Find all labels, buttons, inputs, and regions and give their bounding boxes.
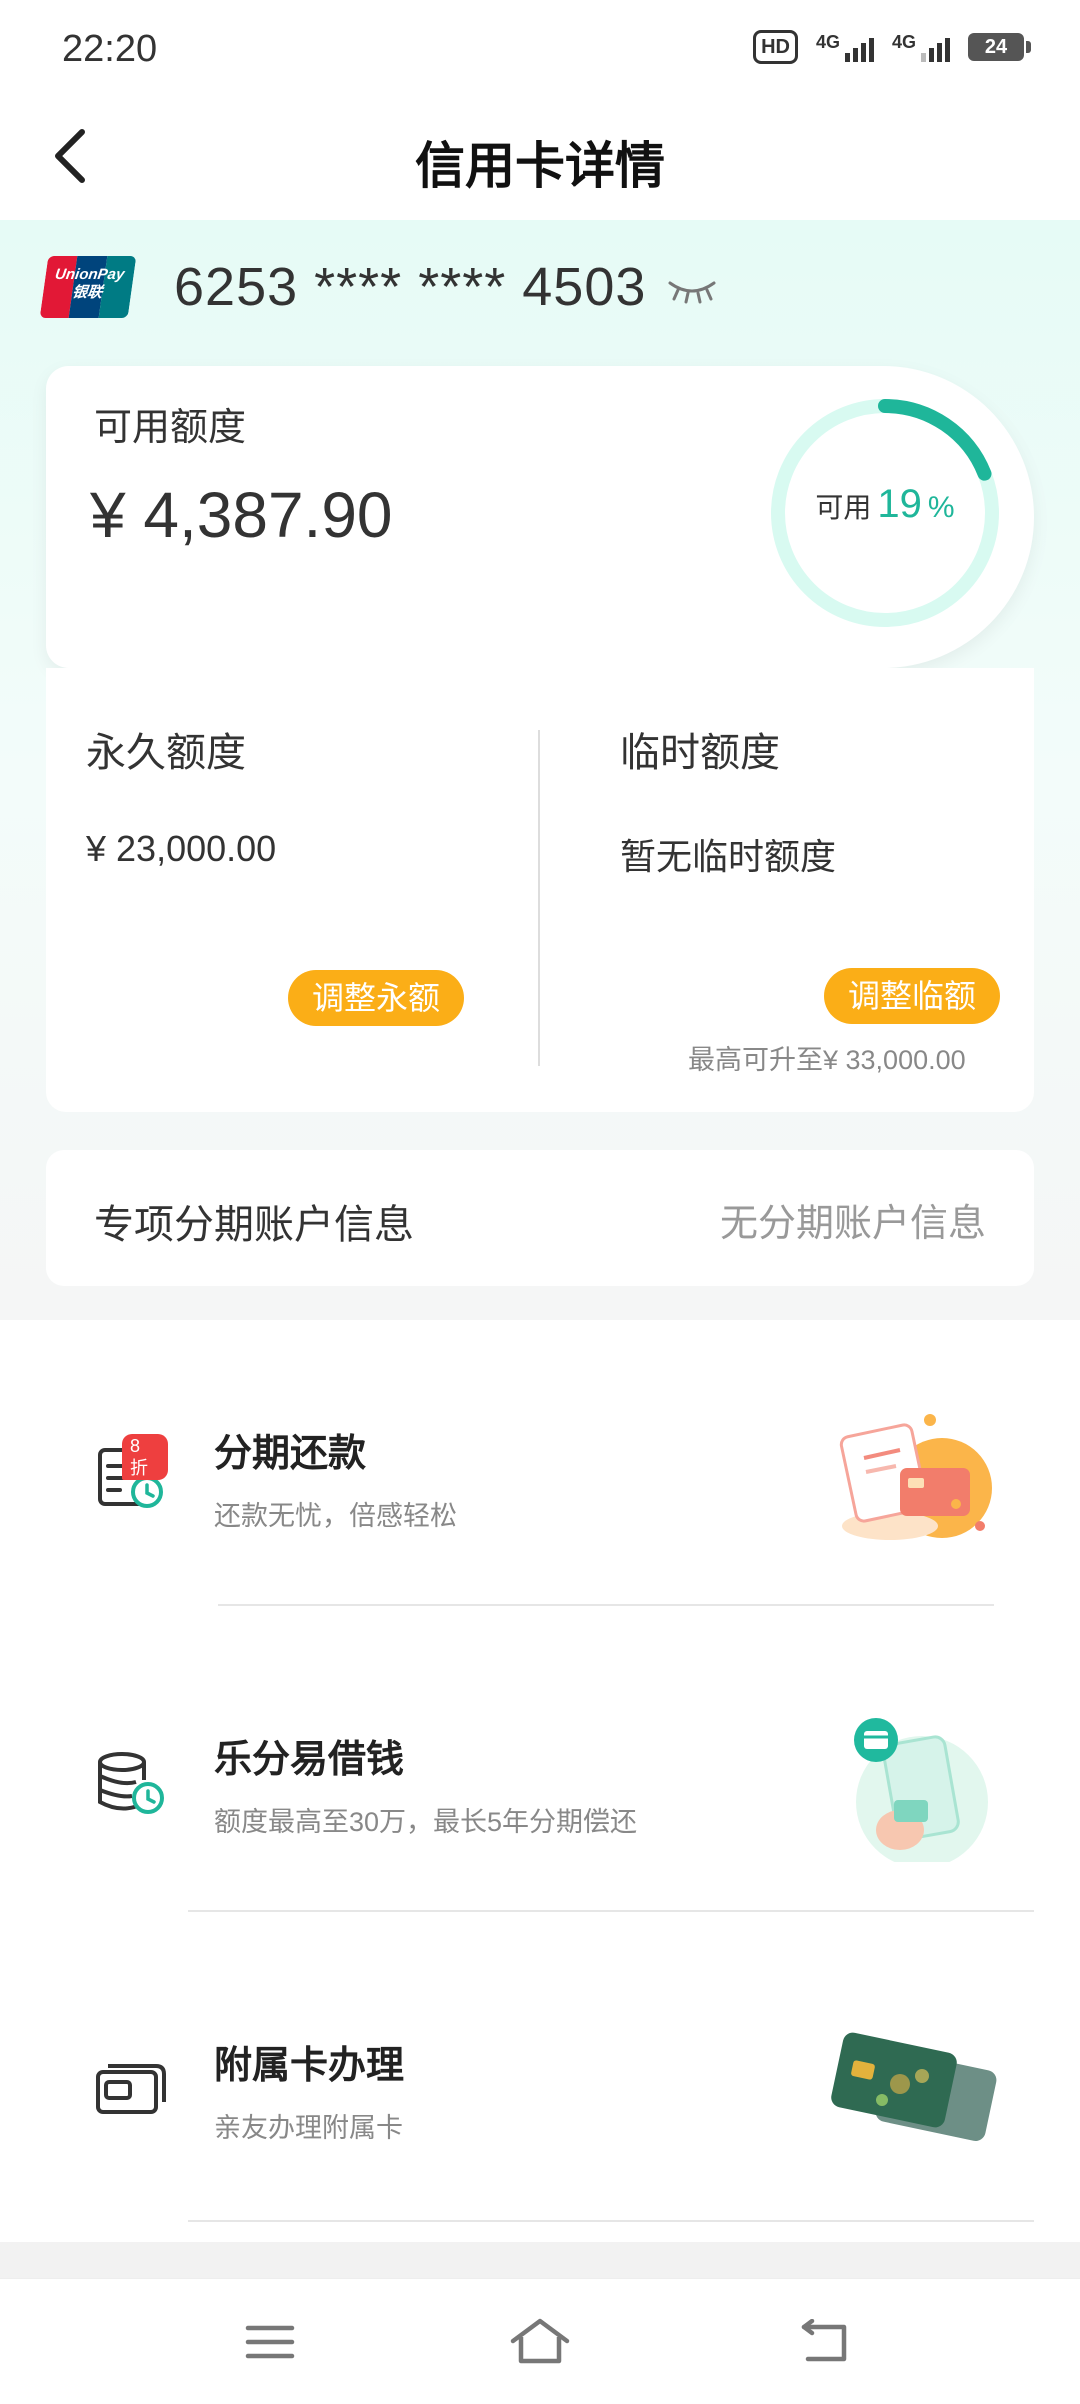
hd-icon: HD <box>753 30 798 64</box>
cards-icon <box>94 2052 168 2126</box>
bottom-spacer <box>0 2242 1080 2278</box>
page-title: 信用卡详情 <box>415 138 665 194</box>
system-navigation-bar <box>0 2278 1080 2404</box>
coins-clock-icon <box>94 1746 168 1820</box>
ring-unit: % <box>927 491 955 524</box>
service-subtitle: 额度最高至30万，最长5年分期偿还 <box>214 1807 638 1837</box>
unionpay-logo: UnionPay 银联 <box>39 256 137 318</box>
menu-button[interactable] <box>230 2307 310 2377</box>
service-title: 分期还款 <box>214 1433 367 1475</box>
back-nav-button[interactable] <box>786 2307 866 2377</box>
limits-divider <box>538 730 540 1066</box>
loan-phone-illustration-icon <box>854 1718 988 1862</box>
permanent-limit-label: 永久额度 <box>86 731 246 775</box>
list-item-installment-repayment[interactable]: 8 折 分期还款 还款无忧，倍感轻松 <box>0 1320 1080 1626</box>
signal-icon: 4G <box>816 32 874 62</box>
supplementary-card-illustration-icon <box>831 2032 997 2141</box>
app-header: 信用卡详情 <box>0 96 1080 220</box>
service-title: 附属卡办理 <box>214 2045 405 2087</box>
status-bar: 22:20 HD 4G 4G 24 <box>0 0 1080 96</box>
bill-clock-icon: 8 折 <box>94 1434 168 1514</box>
list-divider <box>188 1910 1034 1912</box>
temporary-limit-note: 最高可升至¥ 33,000.00 <box>688 1045 966 1075</box>
list-divider <box>188 2220 1034 2222</box>
permanent-limit-value: ¥ 23,000.00 <box>86 828 277 869</box>
installment-account-row[interactable]: 专项分期账户信息 无分期账户信息 <box>46 1150 1034 1286</box>
installment-account-value: 无分期账户信息 <box>719 1203 986 1245</box>
temporary-limit-value: 暂无临时额度 <box>620 836 837 877</box>
ring-label: 可用 <box>815 492 872 523</box>
available-credit-card: 可用额度 ¥ 4,387.90 可用 19% <box>46 366 1034 668</box>
credit-card-detail-screen: 22:20 HD 4G 4G 24 信用卡详情 UnionPay 银联 6253… <box>0 0 1080 2404</box>
status-icons: HD 4G 4G 24 <box>753 30 1031 64</box>
ring-percent: 19 <box>877 482 922 526</box>
signal-icon-2: 4G <box>892 32 950 62</box>
home-button[interactable] <box>500 2307 580 2377</box>
service-list: 8 折 分期还款 还款无忧，倍感轻松 乐分易借钱 额度最高至30万，最长5年分期… <box>0 1320 1080 2242</box>
brand-line-2: 银联 <box>71 284 104 301</box>
service-subtitle: 还款无忧，倍感轻松 <box>214 1501 457 1531</box>
return-icon <box>801 2319 847 2362</box>
temporary-limit-label: 临时额度 <box>620 731 780 775</box>
network-type-label-2: 4G <box>891 32 916 52</box>
credit-limits-panel: 永久额度 ¥ 23,000.00 调整永额 临时额度 暂无临时额度 调整临额 最… <box>46 668 1034 1112</box>
menu-icon <box>245 2325 295 2359</box>
installment-illustration-icon <box>839 1414 992 1540</box>
available-credit-amount: ¥ 4,387.90 <box>90 479 393 551</box>
home-icon <box>510 2318 570 2364</box>
discount-badge: 8 折 <box>122 1434 168 1480</box>
service-title: 乐分易借钱 <box>214 1739 405 1781</box>
brand-line-1: UnionPay <box>53 266 126 283</box>
adjust-permanent-limit-button[interactable]: 调整永额 <box>288 970 465 1026</box>
ring-center-text: 可用 19% <box>766 482 1004 527</box>
service-subtitle: 亲友办理附属卡 <box>214 2113 403 2143</box>
status-time: 22:20 <box>62 28 158 70</box>
available-ratio-ring: 可用 19% <box>766 394 1004 632</box>
card-number: 6253 **** **** 4503 <box>174 257 647 317</box>
installment-account-label: 专项分期账户信息 <box>94 1203 414 1247</box>
list-item-lefenyi-loan[interactable]: 乐分易借钱 额度最高至30万，最长5年分期偿还 <box>0 1626 1080 1932</box>
adjust-temporary-limit-button[interactable]: 调整临额 <box>824 968 1001 1024</box>
network-type-label: 4G <box>815 32 840 52</box>
eye-closed-icon[interactable] <box>668 279 716 305</box>
card-number-row: UnionPay 银联 6253 **** **** 4503 <box>39 256 716 318</box>
list-item-supplementary-card[interactable]: 附属卡办理 亲友办理附属卡 <box>0 1932 1080 2238</box>
list-divider <box>218 1604 994 1606</box>
available-credit-label: 可用额度 <box>94 407 247 449</box>
battery-icon: 24 <box>968 33 1031 61</box>
